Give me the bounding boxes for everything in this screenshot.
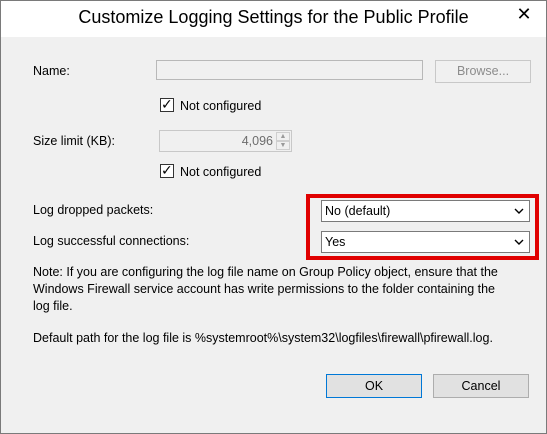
cancel-button[interactable]: Cancel <box>433 374 529 398</box>
size-limit-spinbox[interactable]: 4,096 ▲ ▼ <box>159 130 292 152</box>
spin-arrows: ▲ ▼ <box>276 132 290 150</box>
log-dropped-label: Log dropped packets: <box>33 203 154 217</box>
ok-button[interactable]: OK <box>326 374 422 398</box>
dialog-window: Customize Logging Settings for the Publi… <box>0 0 547 434</box>
arrow-up-icon[interactable]: ▲ <box>276 132 290 141</box>
name-not-configured-label: Not configured <box>180 99 262 113</box>
note-text: Note: If you are configuring the log fil… <box>33 264 533 315</box>
note-line: log file. <box>33 299 73 313</box>
browse-button[interactable]: Browse... <box>435 60 531 83</box>
size-not-configured-checkbox[interactable]: ✓ <box>160 162 174 180</box>
size-limit-value: 4,096 <box>241 134 273 148</box>
name-not-configured-checkbox[interactable]: ✓ <box>160 96 174 114</box>
size-limit-label: Size limit (KB): <box>33 134 115 148</box>
dialog-content: Name: Browse... ✓ Not configured Size li… <box>9 37 539 426</box>
close-button[interactable]: ✕ <box>510 2 538 26</box>
dialog-title: Customize Logging Settings for the Publi… <box>78 7 469 27</box>
checkbox-box[interactable]: ✓ <box>160 162 174 178</box>
default-path-text: Default path for the log file is %system… <box>33 331 493 345</box>
name-label: Name: <box>33 64 70 78</box>
log-successful-label: Log successful connections: <box>33 234 190 248</box>
size-not-configured-label: Not configured <box>180 165 262 179</box>
highlight-box <box>306 194 539 260</box>
checkbox-box[interactable]: ✓ <box>160 96 174 112</box>
name-input[interactable] <box>156 60 423 80</box>
note-line: Windows Firewall service account has wri… <box>33 282 496 296</box>
checkmark-icon: ✓ <box>161 162 173 178</box>
note-line: Note: If you are configuring the log fil… <box>33 265 498 279</box>
close-icon: ✕ <box>516 4 532 24</box>
title-bar[interactable]: Customize Logging Settings for the Publi… <box>1 1 546 37</box>
arrow-down-icon[interactable]: ▼ <box>276 141 290 150</box>
checkmark-icon: ✓ <box>161 96 173 112</box>
